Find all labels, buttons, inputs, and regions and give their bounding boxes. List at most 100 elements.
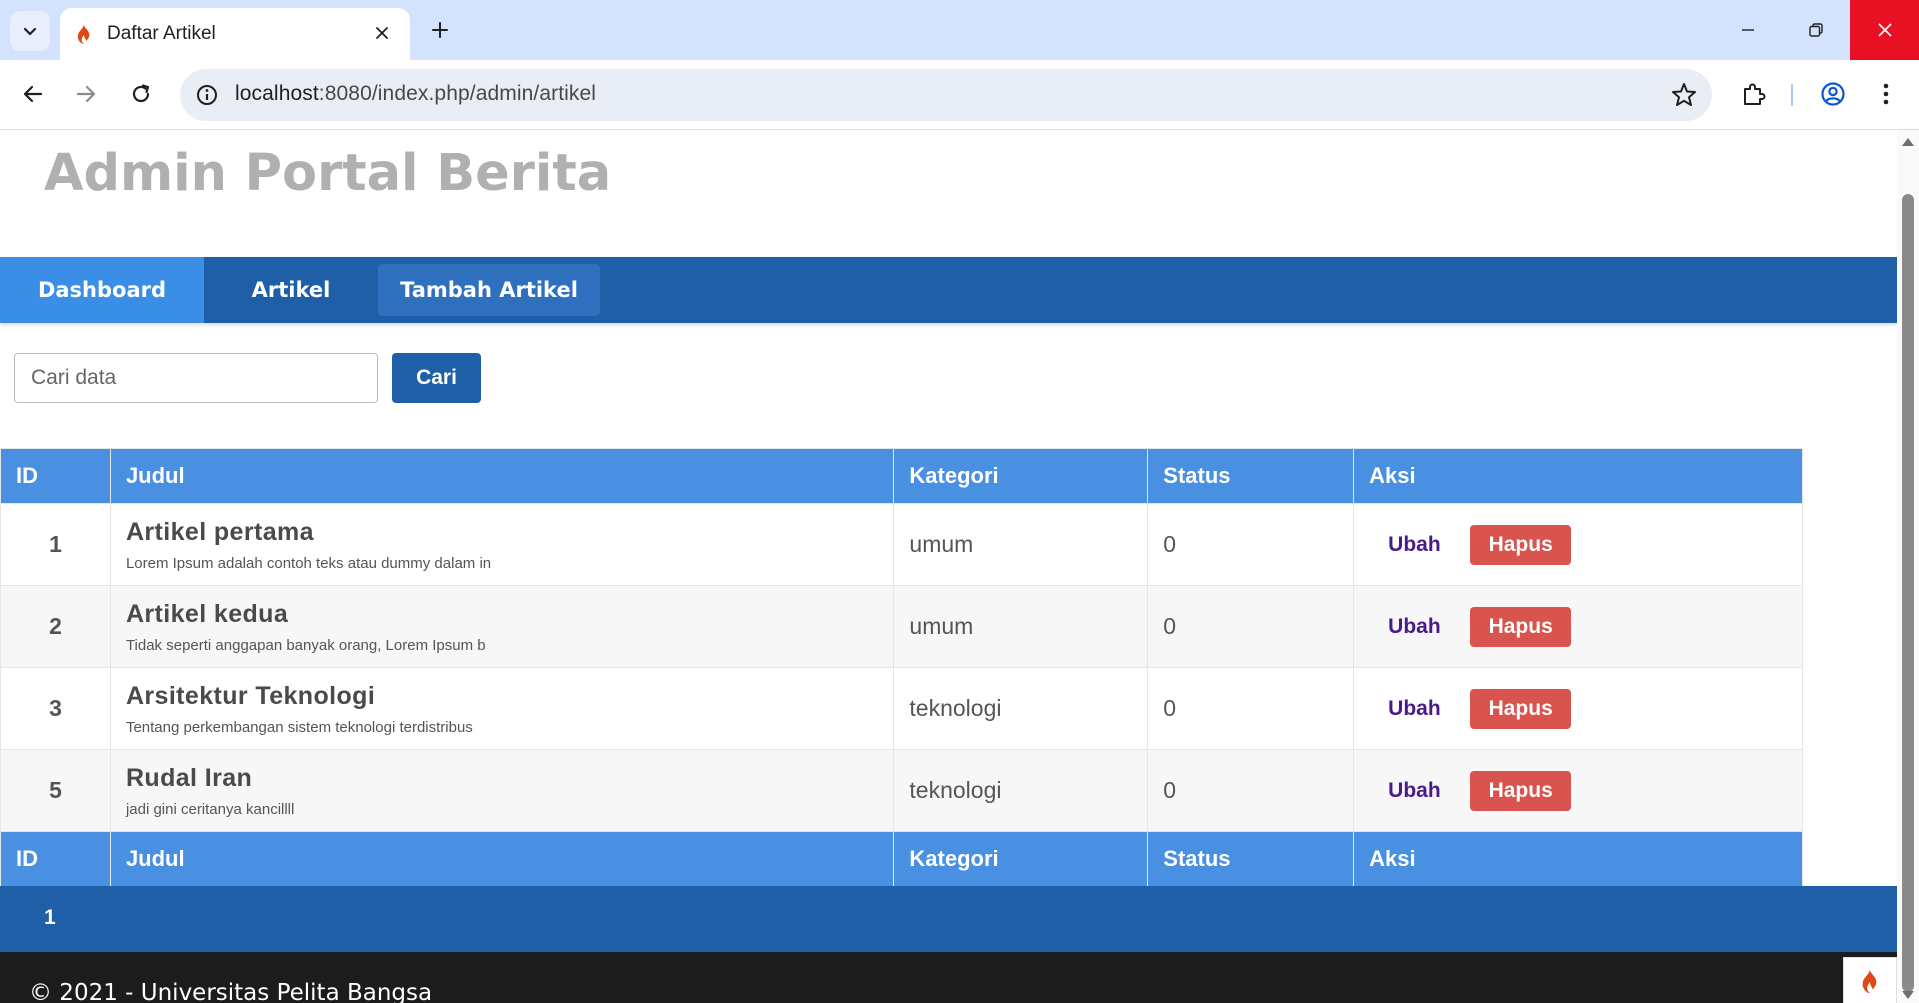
back-button[interactable] [13, 74, 53, 114]
cell-aksi: Ubah Hapus [1353, 667, 1803, 750]
browser-tab-active[interactable]: Daftar Artikel [60, 8, 410, 60]
page-viewport: Admin Portal Berita Dashboard Artikel Ta… [0, 130, 1897, 1003]
header-kategori: Kategori [893, 448, 1149, 504]
footer-aksi: Aksi [1353, 831, 1803, 887]
close-icon [376, 27, 388, 39]
site-info-icon[interactable] [194, 82, 220, 108]
cell-judul: Rudal Iran jadi gini ceritanya kancillll [109, 749, 895, 832]
page-scrollbar[interactable] [1897, 130, 1919, 1003]
reload-button[interactable] [121, 74, 161, 114]
table-row: 5 Rudal Iran jadi gini ceritanya kancill… [0, 749, 1803, 832]
cell-judul: Artikel kedua Tidak seperti anggapan ban… [109, 585, 895, 668]
header-aksi: Aksi [1353, 448, 1803, 504]
delete-button[interactable]: Hapus [1470, 606, 1572, 647]
header-status: Status [1147, 448, 1355, 504]
profile-button[interactable] [1813, 74, 1853, 114]
cell-status: 0 [1147, 749, 1355, 832]
browser-tabstrip: Daftar Artikel [0, 0, 1919, 60]
restore-button[interactable] [1779, 0, 1853, 60]
extensions-button[interactable] [1734, 74, 1774, 114]
bookmark-star-icon[interactable] [1670, 81, 1698, 109]
tab-close-button[interactable] [368, 19, 396, 47]
chevron-down-icon [23, 27, 37, 36]
new-tab-button[interactable] [422, 12, 458, 48]
forward-arrow-icon [76, 85, 96, 103]
extensions-icon [1744, 83, 1766, 105]
article-title: Rudal Iran [125, 763, 253, 792]
pagination-bar: 1 [0, 886, 1897, 952]
site-title: Admin Portal Berita [44, 144, 612, 203]
ci-debug-toolbar-toggle[interactable] [1843, 957, 1897, 1003]
edit-link[interactable]: Ubah [1388, 615, 1470, 639]
pagination-page-1[interactable]: 1 [44, 906, 56, 930]
toolbar-divider [1791, 84, 1793, 106]
codeigniter-flame-icon [1862, 968, 1877, 993]
delete-button[interactable]: Hapus [1470, 524, 1572, 565]
scroll-thumb[interactable] [1902, 194, 1914, 992]
table-row: 1 Artikel pertama Lorem Ipsum adalah con… [0, 503, 1803, 586]
search-input[interactable] [14, 353, 378, 403]
restore-icon [1809, 23, 1823, 37]
url-host: localhost [235, 82, 319, 105]
minimize-button[interactable] [1711, 0, 1785, 60]
cell-id: 3 [0, 667, 111, 750]
profile-icon [1821, 82, 1845, 106]
delete-button[interactable]: Hapus [1470, 770, 1572, 811]
url-path: :8080/index.php/admin/artikel [318, 82, 597, 105]
footer-copyright: © 2021 - Universitas Pelita Bangsa [29, 980, 433, 1003]
article-excerpt: Tidak seperti anggapan banyak orang, Lor… [125, 636, 486, 654]
cell-id: 1 [0, 503, 111, 586]
cell-judul: Arsitektur Teknologi Tentang perkembanga… [109, 667, 895, 750]
window-close-button[interactable] [1850, 0, 1919, 60]
cell-judul: Artikel pertama Lorem Ipsum adalah conto… [109, 503, 895, 586]
table-row: 3 Arsitektur Teknologi Tentang perkemban… [0, 667, 1803, 750]
cell-status: 0 [1147, 585, 1355, 668]
article-title: Artikel pertama [125, 517, 314, 546]
codeigniter-flame-icon [77, 24, 90, 44]
cell-aksi: Ubah Hapus [1353, 749, 1803, 832]
edit-link[interactable]: Ubah [1388, 533, 1470, 557]
cell-kategori: teknologi [893, 667, 1149, 750]
url-text: localhost:8080/index.php/admin/artikel [235, 82, 596, 106]
browser-menu-button[interactable] [1866, 74, 1906, 114]
cell-kategori: teknologi [893, 749, 1149, 832]
scroll-up-arrow[interactable] [1902, 138, 1914, 146]
footer-judul: Judul [109, 831, 895, 887]
footer-id: ID [0, 831, 111, 887]
search-button[interactable]: Cari [392, 353, 481, 403]
cell-id: 5 [0, 749, 111, 832]
footer-status: Status [1147, 831, 1355, 887]
table-row: 2 Artikel kedua Tidak seperti anggapan b… [0, 585, 1803, 668]
article-excerpt: Tentang perkembangan sistem teknologi te… [125, 718, 473, 736]
article-title: Arsitektur Teknologi [125, 681, 376, 710]
delete-button[interactable]: Hapus [1470, 688, 1572, 729]
tab-list-button[interactable] [10, 11, 50, 51]
article-title: Artikel kedua [125, 599, 289, 628]
footer-kategori: Kategori [893, 831, 1149, 887]
article-excerpt: jadi gini ceritanya kancillll [125, 800, 295, 818]
article-excerpt: Lorem Ipsum adalah contoh teks atau dumm… [125, 554, 492, 572]
table-footer-row: ID Judul Kategori Status Aksi [0, 831, 1803, 887]
edit-link[interactable]: Ubah [1388, 697, 1470, 721]
cell-kategori: umum [893, 503, 1149, 586]
nav-artikel[interactable]: Artikel [204, 257, 378, 323]
browser-toolbar: localhost:8080/index.php/admin/artikel [0, 60, 1919, 129]
back-arrow-icon [23, 85, 43, 103]
plus-icon [432, 22, 448, 38]
kebab-menu-icon [1883, 83, 1889, 105]
scroll-down-arrow[interactable] [1902, 991, 1914, 999]
nav-tambah-artikel[interactable]: Tambah Artikel [378, 264, 600, 316]
edit-link[interactable]: Ubah [1388, 779, 1470, 803]
cell-status: 0 [1147, 503, 1355, 586]
header-judul: Judul [109, 448, 895, 504]
site-footer: © 2021 - Universitas Pelita Bangsa [0, 952, 1897, 1003]
table-header-row: ID Judul Kategori Status Aksi [0, 448, 1803, 504]
window-close-icon [1877, 23, 1892, 37]
main-navbar: Dashboard Artikel Tambah Artikel [0, 257, 1897, 323]
nav-dashboard[interactable]: Dashboard [0, 257, 204, 323]
cell-kategori: umum [893, 585, 1149, 668]
articles-table: ID Judul Kategori Status Aksi 1 Artikel … [0, 448, 1803, 887]
header-id: ID [0, 448, 111, 504]
forward-button[interactable] [66, 74, 106, 114]
address-bar[interactable]: localhost:8080/index.php/admin/artikel [180, 69, 1712, 121]
